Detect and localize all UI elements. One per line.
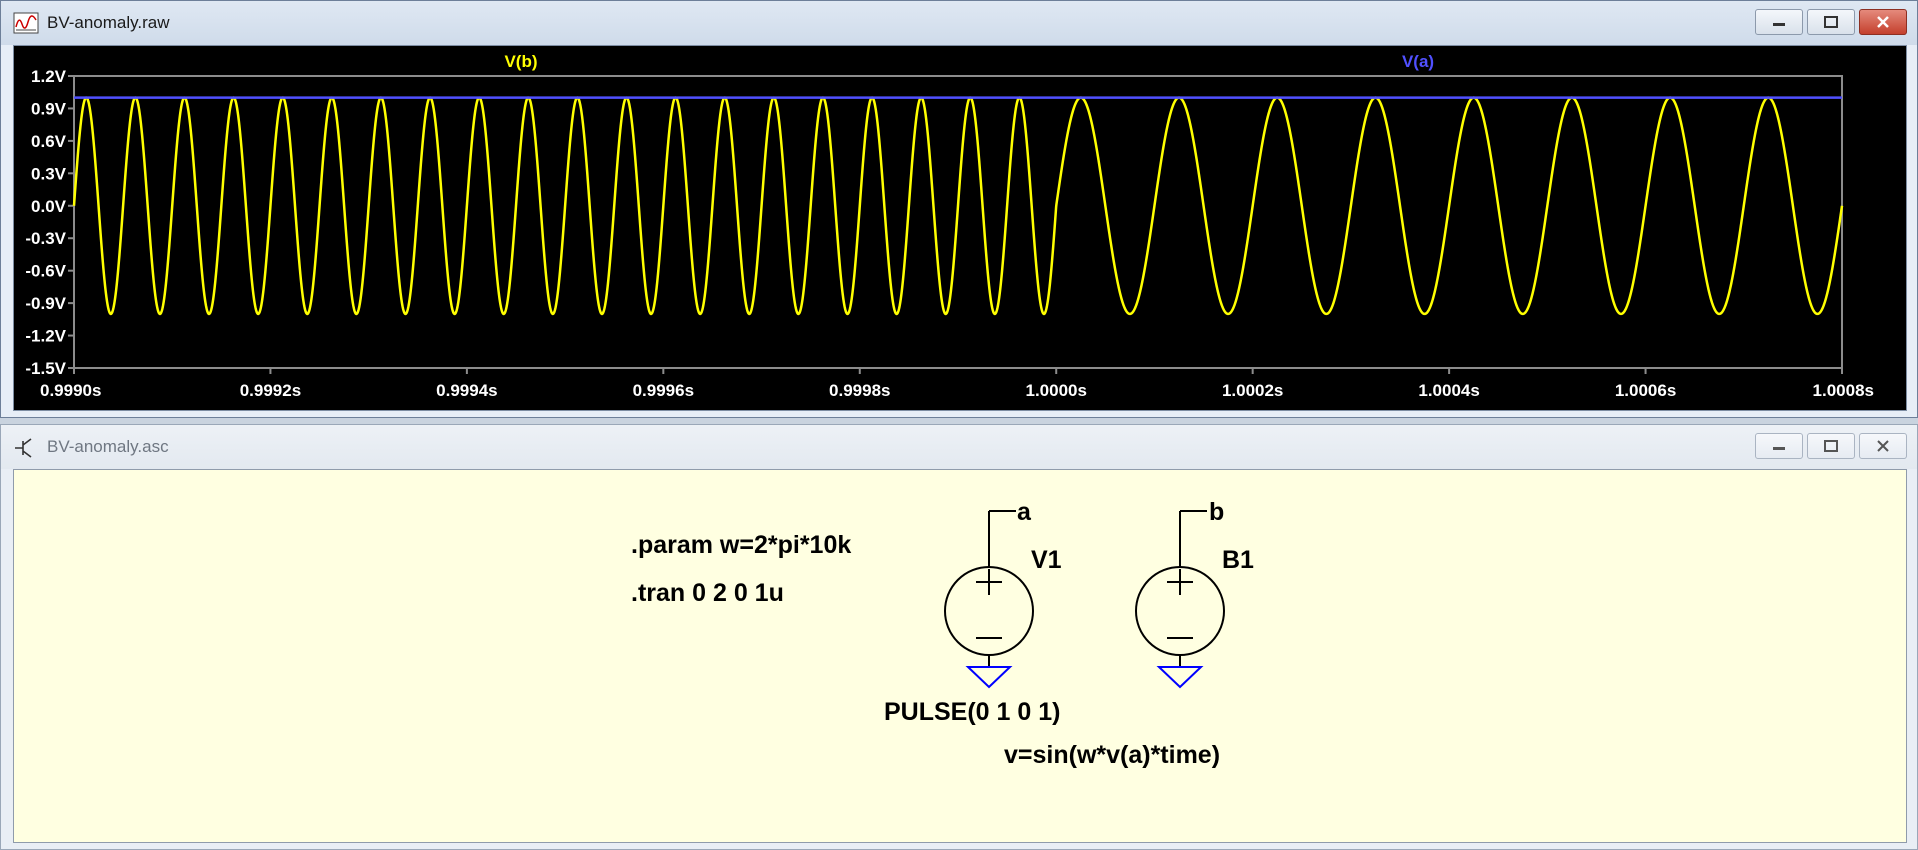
plus-sign-icon [976,569,1002,595]
restore-icon [1824,440,1838,452]
plot-pane[interactable]: 1.2V 0.9V 0.6V 0.3V 0.0V -0.3V -0.6V -0.9V -1.2V… [13,45,1907,411]
minimize-icon [1773,23,1785,26]
maximize-button[interactable] [1807,9,1855,35]
minimize-button[interactable] [1755,9,1803,35]
y-tick-label: -0.9V [25,294,66,313]
tran-directive[interactable]: .tran 0 2 0 1u [631,579,784,607]
param-directive[interactable]: .param w=2*pi*10k [631,531,851,559]
b1-name[interactable]: B1 [1222,546,1254,574]
waveform-plot[interactable]: 1.2V 0.9V 0.6V 0.3V 0.0V -0.3V -0.6V -0.9V -1.2V… [14,46,1906,410]
x-tick-label: 1.0006s [1615,381,1676,400]
trace-vb [72,96,1844,316]
x-tick-label: 0.9998s [829,381,890,400]
schematic-window: BV-anomaly.asc .param w=2*pi*10k .tran 0… [0,424,1918,850]
x-tick-label: 0.9990s [40,381,101,400]
x-tick-label: 0.9994s [436,381,497,400]
minimize-button[interactable] [1755,433,1803,459]
close-icon [1877,440,1889,452]
legend-vb[interactable]: V(b) [504,52,537,71]
legend-va[interactable]: V(a) [1402,52,1434,71]
y-tick-label: 0.9V [31,99,67,118]
schematic-window-title: BV-anomaly.asc [47,437,169,456]
voltage-source-v1[interactable] [944,510,1034,689]
schematic-titlebar[interactable]: BV-anomaly.asc [1,425,1917,469]
ground-icon [965,666,1013,689]
x-tick-label: 1.0002s [1222,381,1283,400]
ground-icon [1156,666,1204,689]
net-label-a[interactable]: a [1017,498,1032,526]
restore-icon [1824,16,1838,28]
y-tick-label: -0.6V [25,262,66,281]
x-tick-label: 1.0000s [1025,381,1086,400]
waveform-window-title: BV-anomaly.raw [47,13,170,32]
y-tick-label: 0.0V [31,197,67,216]
minimize-icon [1773,447,1785,450]
v1-name[interactable]: V1 [1031,546,1062,574]
v1-value[interactable]: PULSE(0 1 0 1) [884,698,1060,726]
x-tick-label: 0.9996s [633,381,694,400]
close-button[interactable] [1859,9,1907,35]
y-tick-label: 1.2V [31,67,67,86]
close-icon [1877,16,1889,28]
x-tick-label: 1.0004s [1418,381,1479,400]
y-tick-label: 0.6V [31,132,67,151]
y-tick-label: -1.2V [25,327,66,346]
b1-value[interactable]: v=sin(w*v(a)*time) [1004,741,1220,769]
net-label-b[interactable]: b [1209,498,1224,526]
schematic-canvas[interactable]: .param w=2*pi*10k .tran 0 2 0 1u a V1 PU… [13,469,1907,843]
y-tick-label: -1.5V [25,359,66,378]
x-tick-label: 1.0008s [1813,381,1874,400]
y-tick-label: 0.3V [31,164,67,183]
behavioral-source-b1[interactable] [1135,510,1225,689]
plus-sign-icon [1167,569,1193,595]
waveform-app-icon [13,12,39,34]
waveform-window: BV-anomaly.raw 1.2V 0.9V 0.6V 0.3V 0.0V -0.3V… [0,0,1918,418]
maximize-button[interactable] [1807,433,1855,459]
close-button[interactable] [1859,433,1907,459]
x-tick-label: 0.9992s [240,381,301,400]
waveform-titlebar[interactable]: BV-anomaly.raw [1,1,1917,45]
y-tick-label: -0.3V [25,229,66,248]
schematic-app-icon [15,438,32,458]
